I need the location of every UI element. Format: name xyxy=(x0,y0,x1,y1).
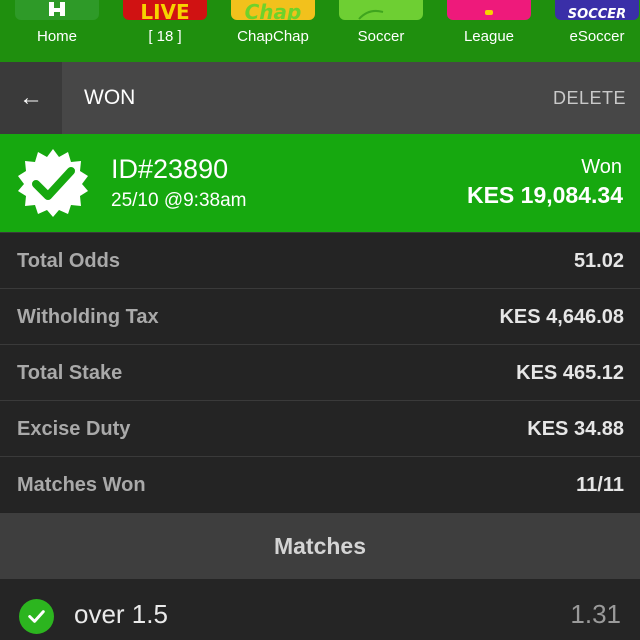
detail-label: Matches Won xyxy=(17,474,146,496)
nav-label-live: [ 18 ] xyxy=(148,28,182,45)
delete-button[interactable]: DELETE xyxy=(553,62,626,134)
league-tile-icon xyxy=(447,0,531,20)
check-circle-icon xyxy=(19,599,54,634)
bet-date: 25/10 @9:38am xyxy=(111,190,247,211)
bet-details: Total Odds 51.02 Witholding Tax KES 4,64… xyxy=(0,232,640,512)
nav-item-live[interactable]: LIVE [ 18 ] xyxy=(115,0,215,62)
match-odds: 1.31 xyxy=(570,599,621,629)
detail-value: 51.02 xyxy=(573,250,624,272)
detail-label: Witholding Tax xyxy=(17,306,159,328)
live-tile-text: LIVE xyxy=(140,0,190,20)
matches-header: Matches xyxy=(0,513,640,579)
detail-value: KES 34.88 xyxy=(527,418,624,440)
detail-row-withholding-tax: Witholding Tax KES 4,646.08 xyxy=(0,288,640,344)
verified-badge-icon xyxy=(18,149,88,217)
header-bar: ← WON DELETE xyxy=(0,62,640,134)
nav-label-chapchap: ChapChap xyxy=(237,28,309,45)
detail-row-matches-won: Matches Won 11/11 xyxy=(0,456,640,512)
live-tile-icon: LIVE xyxy=(123,0,207,20)
chapchap-tile-icon: Chap xyxy=(231,0,315,20)
nav-item-esoccer[interactable]: SOCCER eSoccer xyxy=(547,0,640,62)
nav-item-league[interactable]: League xyxy=(439,0,539,62)
match-row[interactable]: over 1.5 1.31 xyxy=(0,579,640,640)
esoccer-tile-text: SOCCER xyxy=(567,7,627,20)
home-tile-icon xyxy=(15,0,99,20)
page-title: WON xyxy=(84,86,136,109)
top-nav: Home LIVE [ 18 ] Chap ChapChap Soccer Le… xyxy=(0,0,640,62)
soccer-tile-icon xyxy=(339,0,423,20)
bet-amount: KES 19,084.34 xyxy=(466,182,623,208)
detail-label: Total Odds xyxy=(17,250,120,272)
match-pick: over 1.5 xyxy=(74,599,168,629)
detail-value: KES 4,646.08 xyxy=(499,306,624,328)
bet-status: Won xyxy=(581,156,622,178)
nav-label-soccer: Soccer xyxy=(357,28,405,45)
nav-label-league: League xyxy=(463,28,515,45)
detail-value: 11/11 xyxy=(576,474,624,496)
detail-row-total-odds: Total Odds 51.02 xyxy=(0,232,640,288)
detail-row-excise-duty: Excise Duty KES 34.88 xyxy=(0,400,640,456)
nav-item-soccer[interactable]: Soccer xyxy=(331,0,431,62)
nav-item-chapchap[interactable]: Chap ChapChap xyxy=(223,0,323,62)
detail-row-total-stake: Total Stake KES 465.12 xyxy=(0,344,640,400)
detail-label: Total Stake xyxy=(17,362,123,384)
esoccer-tile-icon: SOCCER xyxy=(555,0,639,20)
detail-value: KES 465.12 xyxy=(516,362,624,384)
chapchap-tile-text: Chap xyxy=(244,0,302,20)
bet-summary: ID#23890 25/10 @9:38am Won KES 19,084.34 xyxy=(0,134,640,232)
nav-label-home: Home xyxy=(36,28,77,45)
detail-label: Excise Duty xyxy=(17,418,131,440)
back-arrow-icon[interactable]: ← xyxy=(0,62,62,134)
matches-title: Matches xyxy=(273,533,367,559)
nav-label-esoccer: eSoccer xyxy=(569,28,625,45)
bet-id: ID#23890 xyxy=(111,154,229,184)
nav-item-home[interactable]: Home xyxy=(7,0,107,62)
